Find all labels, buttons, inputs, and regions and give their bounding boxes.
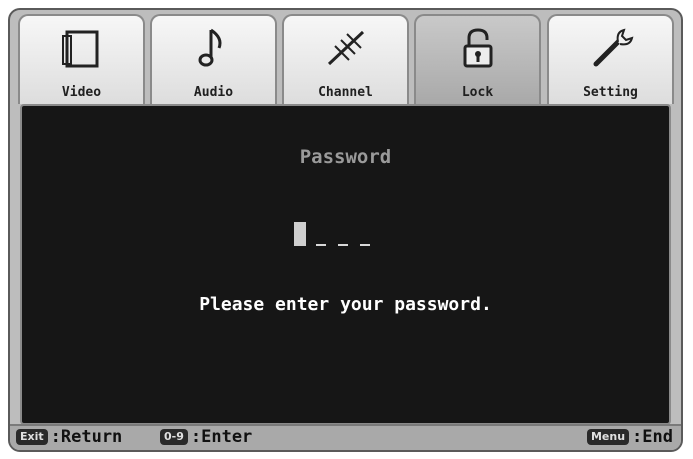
password-instruction: Please enter your password. <box>199 294 492 315</box>
tab-audio[interactable]: Audio <box>150 14 277 104</box>
tab-setting-label: Setting <box>583 85 638 100</box>
hint-exit-label: :Return <box>50 427 123 447</box>
password-digit-slot <box>316 244 326 246</box>
menu-tabs: Video Audio Channel Lock Setting <box>18 14 675 104</box>
tab-lock[interactable]: Lock <box>414 14 541 104</box>
tab-lock-label: Lock <box>461 85 494 100</box>
music-note-icon <box>198 28 221 67</box>
password-cursor <box>294 222 306 246</box>
tv-menu-screen: Video Audio Channel Lock Setting Passwor… <box>8 8 683 452</box>
hint-digits-label: :Enter <box>190 427 253 447</box>
video-icon <box>61 30 98 68</box>
wrench-icon <box>593 28 633 67</box>
password-title: Password <box>299 146 392 168</box>
hint-menu: Menu :End <box>586 427 673 447</box>
key-hint-bar: Exit :Return 0-9 :Enter Menu :End <box>10 424 681 450</box>
password-digit-slot <box>360 244 370 246</box>
password-input[interactable] <box>294 222 390 248</box>
tab-channel-label: Channel <box>318 85 373 100</box>
password-digit-slot <box>338 244 348 246</box>
menu-key-icon: Menu <box>586 429 630 445</box>
tab-channel[interactable]: Channel <box>282 14 409 104</box>
digits-key-icon: 0-9 <box>160 429 188 445</box>
tab-setting[interactable]: Setting <box>547 14 674 104</box>
exit-key-icon: Exit <box>16 429 48 445</box>
tab-audio-label: Audio <box>193 85 234 100</box>
hint-exit: Exit :Return <box>16 427 122 447</box>
tab-video-label: Video <box>61 85 102 100</box>
hint-menu-label: :End <box>632 427 673 447</box>
hint-digits: 0-9 :Enter <box>160 427 252 447</box>
padlock-icon <box>463 28 492 68</box>
antenna-icon <box>327 30 364 66</box>
tab-video[interactable]: Video <box>18 14 145 104</box>
lock-password-panel: Password Please enter your password. <box>20 104 671 425</box>
